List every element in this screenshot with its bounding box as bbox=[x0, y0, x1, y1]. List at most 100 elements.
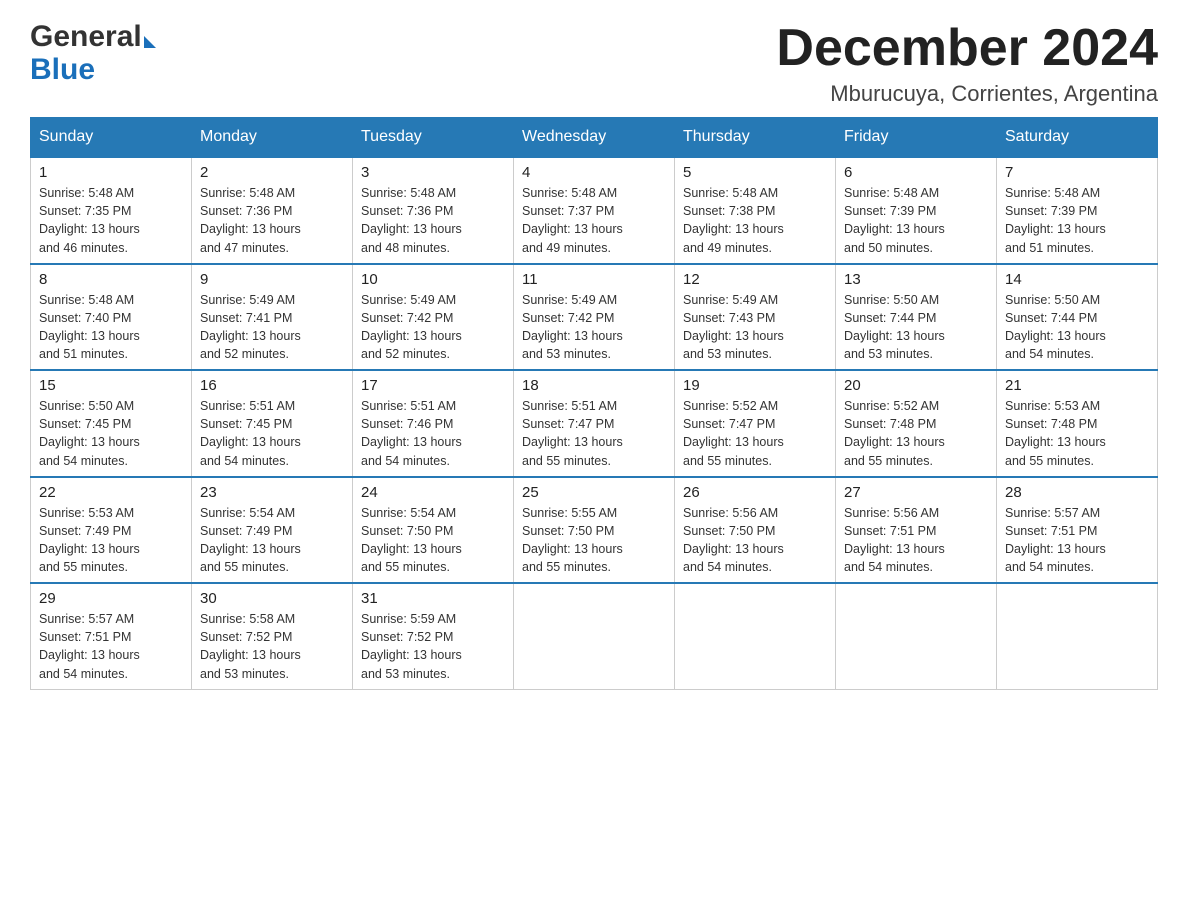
day-info: Sunrise: 5:48 AMSunset: 7:36 PMDaylight:… bbox=[200, 184, 344, 257]
day-info: Sunrise: 5:48 AMSunset: 7:38 PMDaylight:… bbox=[683, 184, 827, 257]
day-info: Sunrise: 5:50 AMSunset: 7:44 PMDaylight:… bbox=[1005, 291, 1149, 364]
day-info: Sunrise: 5:53 AMSunset: 7:49 PMDaylight:… bbox=[39, 504, 183, 577]
calendar-cell bbox=[836, 583, 997, 689]
calendar-cell: 11Sunrise: 5:49 AMSunset: 7:42 PMDayligh… bbox=[514, 264, 675, 371]
day-number: 10 bbox=[361, 271, 505, 288]
day-info: Sunrise: 5:58 AMSunset: 7:52 PMDaylight:… bbox=[200, 610, 344, 683]
day-number: 23 bbox=[200, 484, 344, 501]
day-info: Sunrise: 5:51 AMSunset: 7:45 PMDaylight:… bbox=[200, 397, 344, 470]
calendar-cell: 6 Sunrise: 5:48 AMSunset: 7:39 PMDaylight… bbox=[836, 157, 997, 264]
day-number: 31 bbox=[361, 590, 505, 607]
calendar-cell: 13 Sunrise: 5:50 AMSunset: 7:44 PMDayligh… bbox=[836, 264, 997, 371]
calendar-cell: 30 Sunrise: 5:58 AMSunset: 7:52 PMDayligh… bbox=[192, 583, 353, 689]
logo: General Blue bbox=[30, 20, 156, 86]
calendar-cell: 28 Sunrise: 5:57 AMSunset: 7:51 PMDayligh… bbox=[997, 477, 1158, 584]
day-info: Sunrise: 5:54 AMSunset: 7:49 PMDaylight:… bbox=[200, 504, 344, 577]
calendar-week-row: 1Sunrise: 5:48 AMSunset: 7:35 PMDaylight… bbox=[31, 157, 1158, 264]
calendar-week-row: 15 Sunrise: 5:50 AMSunset: 7:45 PMDayligh… bbox=[31, 370, 1158, 477]
logo-blue-text: Blue bbox=[30, 53, 156, 86]
day-info: Sunrise: 5:50 AMSunset: 7:45 PMDaylight:… bbox=[39, 397, 183, 470]
calendar-cell: 19 Sunrise: 5:52 AMSunset: 7:47 PMDayligh… bbox=[675, 370, 836, 477]
day-number: 19 bbox=[683, 377, 827, 394]
day-info: Sunrise: 5:48 AMSunset: 7:37 PMDaylight:… bbox=[522, 184, 666, 257]
calendar-cell: 27Sunrise: 5:56 AMSunset: 7:51 PMDayligh… bbox=[836, 477, 997, 584]
calendar-cell: 31 Sunrise: 5:59 AMSunset: 7:52 PMDayligh… bbox=[353, 583, 514, 689]
day-number: 21 bbox=[1005, 377, 1149, 394]
day-number: 25 bbox=[522, 484, 666, 501]
col-header-wednesday: Wednesday bbox=[514, 118, 675, 158]
calendar-cell: 12 Sunrise: 5:49 AMSunset: 7:43 PMDayligh… bbox=[675, 264, 836, 371]
day-info: Sunrise: 5:48 AMSunset: 7:36 PMDaylight:… bbox=[361, 184, 505, 257]
day-number: 6 bbox=[844, 164, 988, 181]
day-info: Sunrise: 5:56 AMSunset: 7:50 PMDaylight:… bbox=[683, 504, 827, 577]
calendar-cell: 8Sunrise: 5:48 AMSunset: 7:40 PMDaylight… bbox=[31, 264, 192, 371]
day-number: 8 bbox=[39, 271, 183, 288]
calendar-cell: 26Sunrise: 5:56 AMSunset: 7:50 PMDayligh… bbox=[675, 477, 836, 584]
day-number: 15 bbox=[39, 377, 183, 394]
day-info: Sunrise: 5:54 AMSunset: 7:50 PMDaylight:… bbox=[361, 504, 505, 577]
calendar-cell: 15 Sunrise: 5:50 AMSunset: 7:45 PMDayligh… bbox=[31, 370, 192, 477]
day-number: 17 bbox=[361, 377, 505, 394]
calendar-week-row: 8Sunrise: 5:48 AMSunset: 7:40 PMDaylight… bbox=[31, 264, 1158, 371]
calendar-cell: 18 Sunrise: 5:51 AMSunset: 7:47 PMDayligh… bbox=[514, 370, 675, 477]
day-number: 2 bbox=[200, 164, 344, 181]
col-header-saturday: Saturday bbox=[997, 118, 1158, 158]
calendar-cell: 16 Sunrise: 5:51 AMSunset: 7:45 PMDayligh… bbox=[192, 370, 353, 477]
calendar-cell: 10 Sunrise: 5:49 AMSunset: 7:42 PMDayligh… bbox=[353, 264, 514, 371]
day-number: 5 bbox=[683, 164, 827, 181]
calendar-cell: 25 Sunrise: 5:55 AMSunset: 7:50 PMDayligh… bbox=[514, 477, 675, 584]
day-info: Sunrise: 5:59 AMSunset: 7:52 PMDaylight:… bbox=[361, 610, 505, 683]
day-info: Sunrise: 5:48 AMSunset: 7:39 PMDaylight:… bbox=[1005, 184, 1149, 257]
day-info: Sunrise: 5:50 AMSunset: 7:44 PMDaylight:… bbox=[844, 291, 988, 364]
col-header-friday: Friday bbox=[836, 118, 997, 158]
calendar-cell: 29 Sunrise: 5:57 AMSunset: 7:51 PMDayligh… bbox=[31, 583, 192, 689]
day-number: 20 bbox=[844, 377, 988, 394]
day-number: 29 bbox=[39, 590, 183, 607]
day-info: Sunrise: 5:53 AMSunset: 7:48 PMDaylight:… bbox=[1005, 397, 1149, 470]
calendar-week-row: 29 Sunrise: 5:57 AMSunset: 7:51 PMDayligh… bbox=[31, 583, 1158, 689]
page-title: December 2024 bbox=[776, 20, 1158, 77]
day-info: Sunrise: 5:49 AMSunset: 7:43 PMDaylight:… bbox=[683, 291, 827, 364]
day-number: 9 bbox=[200, 271, 344, 288]
day-number: 28 bbox=[1005, 484, 1149, 501]
day-number: 12 bbox=[683, 271, 827, 288]
day-info: Sunrise: 5:55 AMSunset: 7:50 PMDaylight:… bbox=[522, 504, 666, 577]
page-subtitle: Mburucuya, Corrientes, Argentina bbox=[776, 81, 1158, 107]
day-info: Sunrise: 5:51 AMSunset: 7:47 PMDaylight:… bbox=[522, 397, 666, 470]
day-number: 14 bbox=[1005, 271, 1149, 288]
day-number: 30 bbox=[200, 590, 344, 607]
calendar-cell bbox=[675, 583, 836, 689]
day-info: Sunrise: 5:52 AMSunset: 7:47 PMDaylight:… bbox=[683, 397, 827, 470]
day-info: Sunrise: 5:48 AMSunset: 7:39 PMDaylight:… bbox=[844, 184, 988, 257]
calendar-header-row: SundayMondayTuesdayWednesdayThursdayFrid… bbox=[31, 118, 1158, 158]
day-number: 16 bbox=[200, 377, 344, 394]
day-info: Sunrise: 5:49 AMSunset: 7:42 PMDaylight:… bbox=[361, 291, 505, 364]
calendar-cell: 21 Sunrise: 5:53 AMSunset: 7:48 PMDayligh… bbox=[997, 370, 1158, 477]
calendar-cell: 23 Sunrise: 5:54 AMSunset: 7:49 PMDayligh… bbox=[192, 477, 353, 584]
day-number: 24 bbox=[361, 484, 505, 501]
calendar-table: SundayMondayTuesdayWednesdayThursdayFrid… bbox=[30, 117, 1158, 690]
day-number: 22 bbox=[39, 484, 183, 501]
day-number: 13 bbox=[844, 271, 988, 288]
page-header: General Blue December 2024 Mburucuya, Co… bbox=[30, 20, 1158, 107]
calendar-cell: 7Sunrise: 5:48 AMSunset: 7:39 PMDaylight… bbox=[997, 157, 1158, 264]
day-number: 4 bbox=[522, 164, 666, 181]
col-header-thursday: Thursday bbox=[675, 118, 836, 158]
calendar-cell: 24 Sunrise: 5:54 AMSunset: 7:50 PMDayligh… bbox=[353, 477, 514, 584]
day-number: 18 bbox=[522, 377, 666, 394]
calendar-cell bbox=[997, 583, 1158, 689]
day-number: 1 bbox=[39, 164, 183, 181]
col-header-tuesday: Tuesday bbox=[353, 118, 514, 158]
day-info: Sunrise: 5:57 AMSunset: 7:51 PMDaylight:… bbox=[39, 610, 183, 683]
calendar-cell: 22 Sunrise: 5:53 AMSunset: 7:49 PMDayligh… bbox=[31, 477, 192, 584]
calendar-cell: 20 Sunrise: 5:52 AMSunset: 7:48 PMDayligh… bbox=[836, 370, 997, 477]
calendar-cell: 17 Sunrise: 5:51 AMSunset: 7:46 PMDayligh… bbox=[353, 370, 514, 477]
col-header-sunday: Sunday bbox=[31, 118, 192, 158]
logo-general-text: General bbox=[30, 20, 142, 53]
day-info: Sunrise: 5:52 AMSunset: 7:48 PMDaylight:… bbox=[844, 397, 988, 470]
day-info: Sunrise: 5:51 AMSunset: 7:46 PMDaylight:… bbox=[361, 397, 505, 470]
day-info: Sunrise: 5:57 AMSunset: 7:51 PMDaylight:… bbox=[1005, 504, 1149, 577]
day-number: 11 bbox=[522, 271, 666, 288]
col-header-monday: Monday bbox=[192, 118, 353, 158]
day-info: Sunrise: 5:56 AMSunset: 7:51 PMDaylight:… bbox=[844, 504, 988, 577]
